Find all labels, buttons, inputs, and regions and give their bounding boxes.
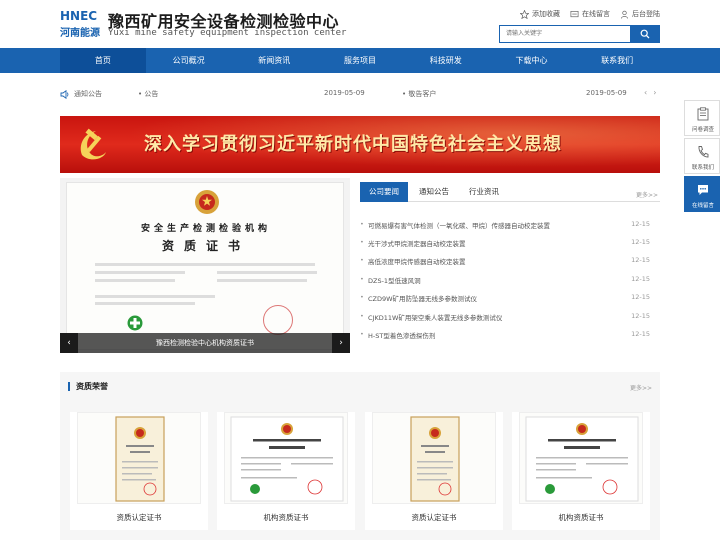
- notice-date: 2019-05-09: [324, 89, 365, 97]
- sidebar-message-label: 在线留言: [691, 203, 714, 209]
- news-item[interactable]: • 高低浓度甲烷传感器自动校定装置 12-15: [360, 256, 650, 268]
- honors-section: 资质荣誉 更多>> 资质认定证书 机构资质证书 资质认定证书 机构资质证书: [60, 372, 660, 540]
- news-item[interactable]: • DZS-1型低速风洞 12-15: [360, 275, 650, 287]
- honor-card-label: 机构资质证书: [558, 513, 604, 522]
- logo-text-cn: 河南能源: [60, 28, 100, 39]
- national-emblem-icon: [195, 190, 219, 214]
- tab-notices[interactable]: 通知公告: [410, 182, 458, 202]
- admin-login-label: 后台登陆: [632, 10, 660, 18]
- slider-caption: 豫西检测检验中心机构资质证书: [60, 333, 350, 353]
- admin-login-link[interactable]: 后台登陆: [620, 9, 660, 19]
- message-icon: [570, 10, 579, 17]
- chat-icon: [698, 185, 708, 195]
- official-seal: [263, 305, 293, 335]
- honor-card[interactable]: 资质认定证书: [70, 412, 208, 530]
- nav-item-contact[interactable]: 联系我们: [574, 48, 660, 73]
- news-more-link[interactable]: 更多>>: [636, 190, 658, 199]
- notice-item[interactable]: • 敬告客户: [402, 89, 436, 99]
- phone-icon: [698, 146, 709, 158]
- hero-banner: 深入学习贯彻习近平新时代中国特色社会主义思想: [60, 116, 660, 173]
- top-links: 添加收藏 在线留言 后台登陆: [520, 9, 660, 19]
- certificate-thumbnail: [519, 412, 643, 504]
- site-subtitle: Yuxi mine safety equipment inspection ce…: [108, 28, 347, 38]
- main-nav: 首页 公司概况 新闻资讯 服务项目 科技研发 下载中心 联系我们: [0, 48, 720, 73]
- site-header: HNEC 河南能源 豫西矿用安全设备检测检验中心 Yuxi mine safet…: [0, 0, 720, 48]
- honor-card-label: 资质认定证书: [116, 513, 162, 522]
- honors-title: 资质荣誉: [68, 382, 108, 391]
- honor-card[interactable]: 机构资质证书: [217, 412, 355, 530]
- clipboard-icon: [697, 107, 709, 121]
- search-icon: [640, 29, 650, 39]
- search-box: [499, 25, 660, 43]
- nav-item-home[interactable]: 首页: [60, 48, 146, 73]
- search-input[interactable]: [500, 26, 631, 42]
- nav-item-news[interactable]: 新闻资讯: [231, 48, 317, 73]
- honor-card[interactable]: 机构资质证书: [512, 412, 650, 530]
- news-panel: 公司要闻 通知公告 行业资讯 更多>> • 可燃易爆有害气体检测（一氧化碳、甲烷）…: [360, 182, 660, 352]
- honor-card-label: 机构资质证书: [263, 513, 309, 522]
- sidebar-item-survey[interactable]: 问卷调查: [684, 100, 720, 136]
- nav-item-company[interactable]: 公司概况: [146, 48, 232, 73]
- tab-company-news[interactable]: 公司要闻: [360, 182, 408, 202]
- certificate-slider: 安全生产检测检验机构 资质证书 豫西检测检验中心机构资质证书 ‹ ›: [60, 178, 350, 353]
- nav-item-research[interactable]: 科技研发: [403, 48, 489, 73]
- news-item[interactable]: • 光干涉式甲烷测定器自动校定装置 12-15: [360, 238, 650, 250]
- online-message-link[interactable]: 在线留言: [570, 9, 610, 19]
- sidebar-contact-label: 联系我们: [691, 165, 714, 171]
- search-button[interactable]: [630, 26, 659, 42]
- certificate-title: 资质证书: [161, 239, 250, 253]
- user-icon: [620, 10, 629, 19]
- certificate-heading: 安全生产检测检验机构: [140, 224, 271, 234]
- notice-date: 2019-05-09: [586, 89, 627, 97]
- slider-next-button[interactable]: ›: [332, 333, 350, 353]
- honor-card-label: 资质认定证书: [411, 513, 457, 522]
- certificate-thumbnail: [77, 412, 201, 504]
- slider-prev-button[interactable]: ‹: [60, 333, 78, 353]
- news-item[interactable]: • 可燃易爆有害气体检测（一氧化碳、甲烷）传感器自动校定装置 12-15: [360, 220, 650, 232]
- tab-industry-news[interactable]: 行业资讯: [460, 182, 508, 202]
- news-item[interactable]: • CJKD11W矿用架空乘人装置无线多参数测试仪 12-15: [360, 312, 650, 324]
- notice-item[interactable]: • 公告: [138, 89, 158, 99]
- add-favorite-label: 添加收藏: [532, 10, 560, 18]
- news-item[interactable]: • CZD9W矿用防坠器无线多参数测试仪 12-15: [360, 293, 650, 305]
- honor-card[interactable]: 资质认定证书: [365, 412, 503, 530]
- logo-text-en: HNEC: [60, 9, 98, 23]
- speaker-icon: [60, 89, 69, 99]
- nav-item-downloads[interactable]: 下载中心: [489, 48, 575, 73]
- floating-sidebar: 问卷调查 联系我们 在线留言: [684, 100, 720, 212]
- notice-label: 通知公告: [74, 90, 102, 98]
- notice-next-icon[interactable]: ›: [653, 88, 656, 97]
- star-icon: [520, 9, 529, 19]
- certificate-image[interactable]: 安全生产检测检验机构 资质证书: [66, 182, 344, 350]
- online-message-label: 在线留言: [582, 10, 610, 18]
- safety-cross-icon: [127, 315, 143, 331]
- site-logo[interactable]: HNEC 河南能源: [60, 9, 104, 39]
- nav-item-services[interactable]: 服务项目: [317, 48, 403, 73]
- add-favorite-link[interactable]: 添加收藏: [520, 9, 560, 19]
- hammer-sickle-icon: [80, 128, 106, 160]
- sidebar-survey-label: 问卷调查: [691, 127, 714, 133]
- notice-prev-icon[interactable]: ‹: [644, 88, 647, 97]
- news-item[interactable]: • H-ST型着色渗透探伤剂 12-15: [360, 330, 650, 342]
- certificate-thumbnail: [372, 412, 496, 504]
- sidebar-item-message[interactable]: 在线留言: [684, 176, 720, 212]
- honors-more-link[interactable]: 更多>>: [630, 383, 652, 392]
- notice-bar: 通知公告 • 公告 2019-05-09 • 敬告客户 2019-05-09 ‹…: [60, 85, 660, 103]
- sidebar-item-contact[interactable]: 联系我们: [684, 138, 720, 174]
- certificate-thumbnail: [224, 412, 348, 504]
- banner-slogan: 深入学习贯彻习近平新时代中国特色社会主义思想: [144, 134, 562, 155]
